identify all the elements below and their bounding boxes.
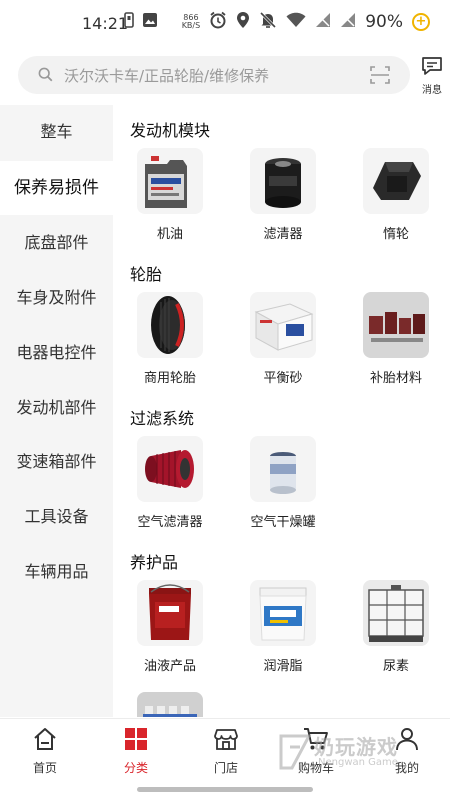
tab-home-label: 首页: [32, 761, 57, 775]
product-label: 商用轮胎: [143, 371, 196, 386]
search-placeholder: 沃尔沃卡车/正品轮胎/维修保养: [64, 67, 270, 85]
urea-tank-image: [363, 580, 429, 646]
sidebar-item-engine-parts[interactable]: 发动机部件: [0, 381, 113, 435]
tire-image: [137, 292, 203, 358]
product-partial-image: [137, 692, 203, 717]
search-icon: [38, 67, 53, 86]
tab-category-label: 分类: [123, 761, 148, 775]
product-label: 润滑脂: [263, 659, 303, 674]
fluid-bucket-image: [137, 580, 203, 646]
product-label: 惰轮: [382, 227, 409, 242]
location-icon: [236, 11, 250, 33]
home-indicator: [137, 787, 313, 792]
product-filter[interactable]: 滤清器: [233, 148, 333, 242]
product-label: 空气滤清器: [137, 515, 203, 530]
tab-category[interactable]: 分类: [101, 727, 171, 776]
sim-icon: [124, 12, 134, 32]
product-label: 补胎材料: [369, 371, 422, 386]
product-fluids[interactable]: 油液产品: [120, 580, 220, 674]
tire-patch-image: [363, 292, 429, 358]
status-bar: 14:21 866 KB/S 90% +: [0, 0, 450, 48]
product-label: 滤清器: [263, 227, 303, 242]
net-speed: 866 KB/S: [181, 13, 201, 30]
balance-sand-box-image: [250, 292, 316, 358]
idler-pulley-image: [363, 148, 429, 214]
watermark: 奶玩游戏 Nengwan Game: [278, 727, 438, 777]
home-icon: [33, 728, 57, 755]
watermark-logo: [279, 734, 312, 770]
product-air-filter[interactable]: 空气滤清器: [120, 436, 220, 530]
product-balance-sand[interactable]: 平衡砂: [233, 292, 333, 386]
message-label: 消息: [422, 85, 442, 96]
product-label: 机油: [156, 227, 183, 242]
category-sidebar: 整车 保养易损件 底盘部件 车身及附件 电器电控件 发动机部件 变速箱部件 工具…: [0, 105, 113, 717]
search-row: 沃尔沃卡车/正品轮胎/维修保养 消息: [18, 56, 442, 96]
message-button[interactable]: 消息: [418, 56, 446, 96]
section-title-tires: 轮胎: [130, 265, 163, 284]
tab-store-label: 门店: [213, 761, 238, 775]
scan-icon[interactable]: [370, 65, 390, 89]
battery-saver-icon: +: [412, 13, 430, 31]
product-commercial-tire[interactable]: 商用轮胎: [120, 292, 220, 386]
product-label: 空气干燥罐: [250, 515, 316, 530]
category-icon: [124, 728, 148, 755]
sidebar-item-body[interactable]: 车身及附件: [0, 271, 113, 325]
product-next-partial[interactable]: [120, 692, 220, 717]
oil-filter-image: [250, 148, 316, 214]
sidebar-item-tools[interactable]: 工具设备: [0, 490, 113, 544]
section-title-filtration: 过滤系统: [130, 409, 195, 428]
product-tire-repair[interactable]: 补胎材料: [346, 292, 446, 386]
sidebar-item-gearbox[interactable]: 变速箱部件: [0, 435, 113, 489]
oil-bottle-image: [137, 148, 203, 214]
alarm-icon: [209, 11, 227, 33]
product-urea[interactable]: 尿素: [346, 580, 446, 674]
grease-bucket-image: [250, 580, 316, 646]
section-title-engine: 发动机模块: [130, 121, 211, 140]
product-idler[interactable]: 惰轮: [346, 148, 446, 242]
product-air-dryer[interactable]: 空气干燥罐: [233, 436, 333, 530]
search-input[interactable]: 沃尔沃卡车/正品轮胎/维修保养: [18, 56, 410, 94]
mute-icon: [259, 11, 277, 33]
sidebar-item-maintenance-parts[interactable]: 保养易损件: [0, 161, 113, 215]
section-title-care: 养护品: [130, 553, 179, 572]
sidebar-item-vehicle[interactable]: 整车: [0, 105, 113, 159]
sidebar-item-electrical[interactable]: 电器电控件: [0, 326, 113, 380]
signal-1-icon: [315, 12, 331, 32]
watermark-subtext: Nengwan Game: [318, 757, 398, 768]
product-label: 尿素: [382, 659, 409, 674]
category-content: 发动机模块 机油 滤清器 惰轮 轮胎 商用轮胎 平衡砂 补胎材料 过滤系统 空气…: [113, 105, 450, 717]
air-dryer-image: [250, 436, 316, 502]
signal-2-icon: [340, 12, 356, 32]
image-icon: [142, 12, 158, 32]
tab-home[interactable]: 首页: [10, 727, 80, 776]
sidebar-item-chassis[interactable]: 底盘部件: [0, 216, 113, 270]
status-time: 14:21: [82, 14, 129, 33]
watermark-text: 奶玩游戏: [314, 735, 398, 759]
product-oil[interactable]: 机油: [120, 148, 220, 242]
product-grease[interactable]: 润滑脂: [233, 580, 333, 674]
status-left-icons: [124, 12, 158, 32]
status-right-icons: 866 KB/S 90% +: [182, 11, 430, 33]
battery-percent: 90%: [365, 12, 403, 32]
message-icon: [421, 57, 443, 80]
product-label: 平衡砂: [263, 371, 303, 386]
tab-store[interactable]: 门店: [191, 727, 261, 776]
wifi-icon: [286, 12, 306, 32]
product-label: 油液产品: [143, 659, 196, 674]
store-icon: [214, 729, 238, 755]
air-filter-image: [137, 436, 203, 502]
sidebar-item-accessories[interactable]: 车辆用品: [0, 545, 113, 599]
